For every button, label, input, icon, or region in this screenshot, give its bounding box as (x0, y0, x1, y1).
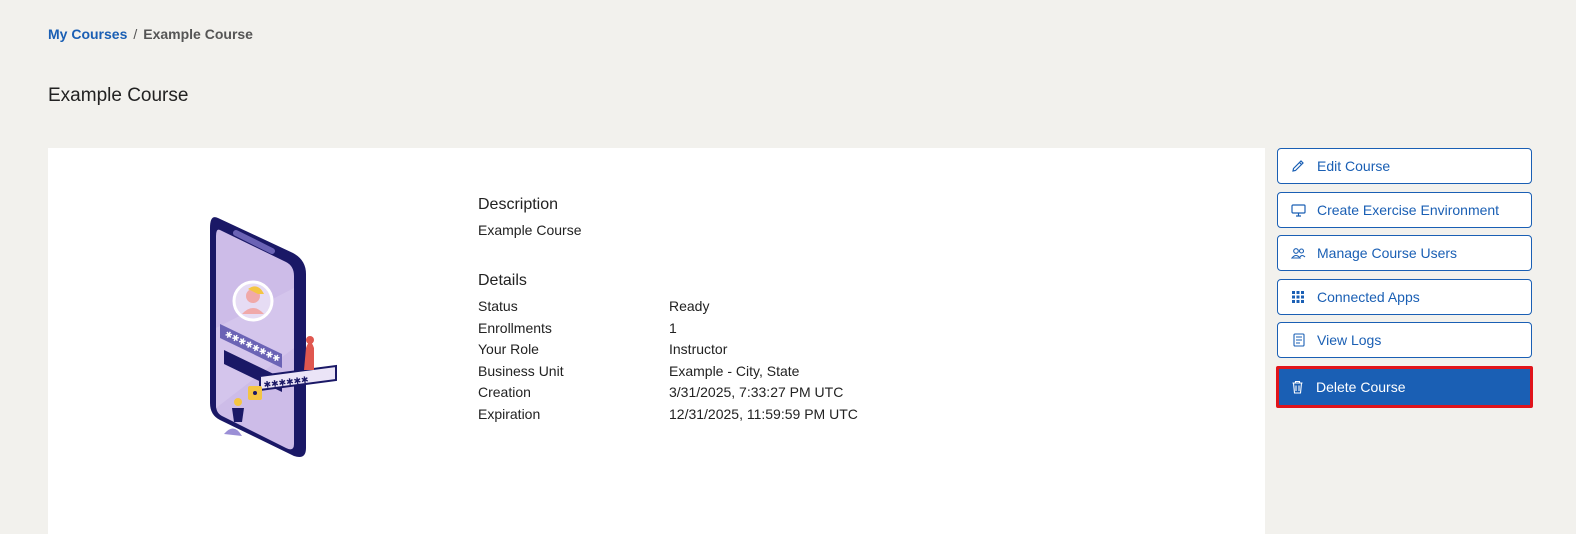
detail-row-role: Your Role Instructor (478, 339, 1078, 361)
page-title: Example Course (48, 85, 189, 106)
detail-key: Creation (478, 384, 531, 401)
course-illustration: ✱✱✱✱✱✱✱✱ ✱✱✱✱✱✱ (210, 217, 337, 457)
detail-key: Status (478, 298, 518, 314)
create-exercise-environment-button[interactable]: Create Exercise Environment (1277, 191, 1532, 228)
detail-value: Example - City, State (669, 362, 800, 379)
detail-row-expiration: Expiration 12/31/2025, 11:59:59 PM UTC (478, 404, 1078, 426)
logs-icon (1290, 332, 1306, 348)
detail-value: Ready (669, 298, 710, 314)
detail-row-status: Status Ready (478, 296, 1078, 318)
detail-row-creation: Creation 3/31/2025, 7:33:27 PM UTC (478, 382, 1078, 404)
manage-course-users-button[interactable]: Manage Course Users (1277, 235, 1532, 272)
users-icon (1290, 245, 1306, 261)
detail-value: 12/31/2025, 11:59:59 PM UTC (669, 405, 858, 422)
delete-course-label: Delete Course (1316, 378, 1406, 395)
pencil-icon (1290, 158, 1306, 174)
detail-value: Instructor (669, 341, 728, 358)
manage-course-users-label: Manage Course Users (1317, 245, 1458, 262)
detail-row-business-unit: Business Unit Example - City, State (478, 361, 1078, 383)
details-list: Status Ready Enrollments 1 Your Role Ins… (478, 296, 1078, 426)
detail-key: Enrollments (478, 319, 552, 336)
view-logs-label: View Logs (1317, 332, 1382, 349)
detail-key: Your Role (478, 341, 539, 358)
breadcrumb-my-courses-link[interactable]: My Courses (48, 26, 127, 42)
detail-value: 1 (669, 319, 677, 336)
detail-row-enrollments: Enrollments 1 (478, 318, 1078, 340)
breadcrumb-current: Example Course (143, 26, 253, 42)
delete-course-button[interactable]: Delete Course (1276, 365, 1533, 408)
connected-apps-label: Connected Apps (1317, 288, 1420, 305)
detail-value: 3/31/2025, 7:33:27 PM UTC (669, 384, 844, 401)
edit-course-label: Edit Course (1317, 158, 1391, 174)
breadcrumb-separator: / (133, 26, 138, 42)
connected-apps-button[interactable]: Connected Apps (1277, 278, 1532, 315)
course-card: ✱✱✱✱✱✱✱✱ ✱✱✱✱✱✱ Description Example Cour… (48, 148, 1265, 534)
detail-key: Expiration (478, 405, 541, 422)
trash-icon (1289, 379, 1305, 395)
view-logs-button[interactable]: View Logs (1277, 322, 1532, 359)
course-actions: Edit Course Create Exercise Environment … (1276, 148, 1533, 416)
description-heading: Description (478, 196, 559, 213)
course-info: Description Example Course Details Statu… (478, 196, 1078, 426)
create-exercise-environment-label: Create Exercise Environment (1317, 201, 1500, 218)
detail-key: Business Unit (478, 362, 564, 379)
breadcrumb: My Courses / Example Course (48, 26, 253, 42)
description-text: Example Course (478, 222, 582, 238)
details-heading: Details (478, 272, 527, 289)
monitor-icon (1290, 202, 1306, 218)
grid-icon (1290, 289, 1306, 305)
edit-course-button[interactable]: Edit Course (1277, 148, 1532, 184)
